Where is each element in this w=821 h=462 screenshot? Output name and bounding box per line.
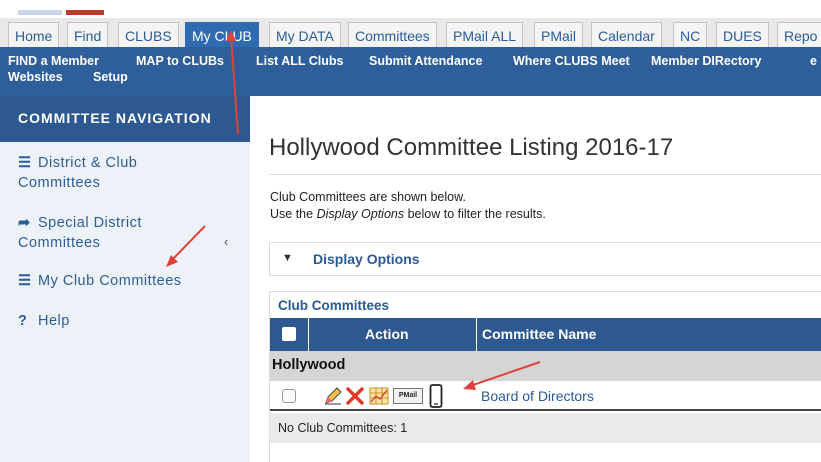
table-header: Action Committee Name: [270, 318, 821, 351]
main-content: Hollywood Committee Listing 2016-17 Club…: [250, 96, 821, 462]
pmail-icon[interactable]: PMail: [393, 388, 423, 404]
main-tab-bar: Home Find CLUBS My CLUB My DATA Committe…: [0, 18, 821, 48]
sidebar-item-district-club-committees[interactable]: ☰ District & Club Committees: [18, 153, 137, 193]
list-icon: ☰: [18, 273, 32, 289]
share-arrow-icon: ➦: [18, 215, 31, 231]
sidebar-item-my-club-committees[interactable]: ☰ My Club Committees: [18, 271, 182, 291]
display-options-toggle[interactable]: Display Options: [313, 251, 420, 267]
tab-nc[interactable]: NC: [673, 22, 708, 47]
sidebar-item-label: Special District: [38, 215, 142, 231]
row-checkbox[interactable]: [282, 389, 296, 403]
sidebar-item-label: My Club Committees: [38, 273, 182, 289]
club-committees-title: Club Committees: [278, 298, 390, 313]
top-strip: [0, 0, 821, 18]
tab-my-data[interactable]: My DATA: [269, 22, 341, 47]
subnav-where-clubs-meet[interactable]: Where CLUBS Meet: [513, 54, 630, 68]
intro-text-line1: Club Committees are shown below.: [270, 190, 466, 204]
title-divider: [269, 174, 821, 175]
sidebar-item-help[interactable]: ? Help: [18, 311, 70, 331]
delete-x-icon[interactable]: [345, 386, 365, 406]
tab-reports[interactable]: Repo: [777, 22, 821, 47]
tab-committees[interactable]: Committees: [348, 22, 437, 47]
intro-text-line2: Use the Display Options below to filter …: [270, 207, 546, 221]
table-footer: No Club Committees: 1: [270, 413, 821, 443]
committee-name-link[interactable]: Board of Directors: [481, 388, 594, 404]
sub-navigation: FIND a Member MAP to CLUBs List ALL Club…: [0, 48, 821, 96]
tab-home[interactable]: Home: [8, 22, 60, 47]
subnav-find-member[interactable]: FIND a Member: [8, 54, 99, 68]
intro-text-pre: Use the: [270, 207, 317, 221]
pmail-icon-text: PMail: [398, 392, 418, 399]
intro-text-emphasis: Display Options: [316, 207, 405, 221]
question-icon: ?: [18, 313, 28, 329]
select-all-checkbox[interactable]: [282, 327, 296, 341]
subnav-submit-attendance[interactable]: Submit Attendance: [369, 54, 482, 68]
header-divider: [476, 318, 477, 351]
mobile-phone-icon[interactable]: [429, 384, 443, 408]
intro-text-post: below to filter the results.: [404, 207, 546, 221]
flag-logo-red: [66, 10, 104, 15]
chevron-left-icon[interactable]: ‹: [224, 234, 228, 249]
subnav-list-all-clubs[interactable]: List ALL Clubs: [256, 54, 344, 68]
caret-down-icon[interactable]: ▼: [282, 252, 293, 264]
header-action: Action: [365, 326, 409, 342]
subnav-map-to-clubs[interactable]: MAP to CLUBs: [136, 54, 224, 68]
page-title: Hollywood Committee Listing 2016-17: [269, 134, 674, 161]
tab-calendar[interactable]: Calendar: [591, 22, 662, 47]
subnav-websites[interactable]: Websites: [8, 70, 63, 84]
committee-sidebar: COMMITTEE NAVIGATION ☰ District & Club Co…: [0, 96, 250, 462]
flag-logo: [18, 10, 62, 15]
sidebar-item-label-line2: Committees: [18, 175, 101, 191]
subnav-setup[interactable]: Setup: [93, 70, 128, 84]
header-committee-name[interactable]: Committee Name: [482, 326, 596, 342]
sidebar-item-label: District & Club: [38, 155, 138, 171]
tab-find[interactable]: Find: [67, 22, 109, 47]
sidebar-item-special-district-committees[interactable]: ➦ Special District Committees: [18, 213, 142, 253]
header-divider: [308, 318, 309, 351]
tab-my-club[interactable]: My CLUB: [185, 22, 259, 47]
committee-count: No Club Committees: 1: [278, 421, 408, 435]
grid-report-icon[interactable]: [369, 386, 389, 406]
pencil-edit-icon[interactable]: [323, 386, 343, 406]
sidebar-heading: COMMITTEE NAVIGATION: [0, 96, 250, 142]
table-row: PMail Board of Directors: [270, 381, 821, 411]
group-row: Hollywood: [270, 351, 821, 381]
tab-pmail[interactable]: PMail: [534, 22, 584, 47]
tab-dues[interactable]: DUES: [716, 22, 769, 47]
subnav-more[interactable]: e: [810, 54, 817, 68]
sidebar-item-label-line2: Committees: [18, 235, 101, 251]
sidebar-item-label: Help: [38, 313, 70, 329]
display-options-panel[interactable]: ▼ Display Options: [269, 242, 821, 276]
club-committees-panel: Club Committees Action Committee Name Ho…: [269, 291, 821, 462]
tab-clubs[interactable]: CLUBS: [118, 22, 179, 47]
subnav-member-directory[interactable]: Member DIRectory: [651, 54, 761, 68]
list-icon: ☰: [18, 155, 32, 171]
tab-pmail-all[interactable]: PMail ALL: [446, 22, 524, 47]
group-label: Hollywood: [272, 357, 346, 373]
